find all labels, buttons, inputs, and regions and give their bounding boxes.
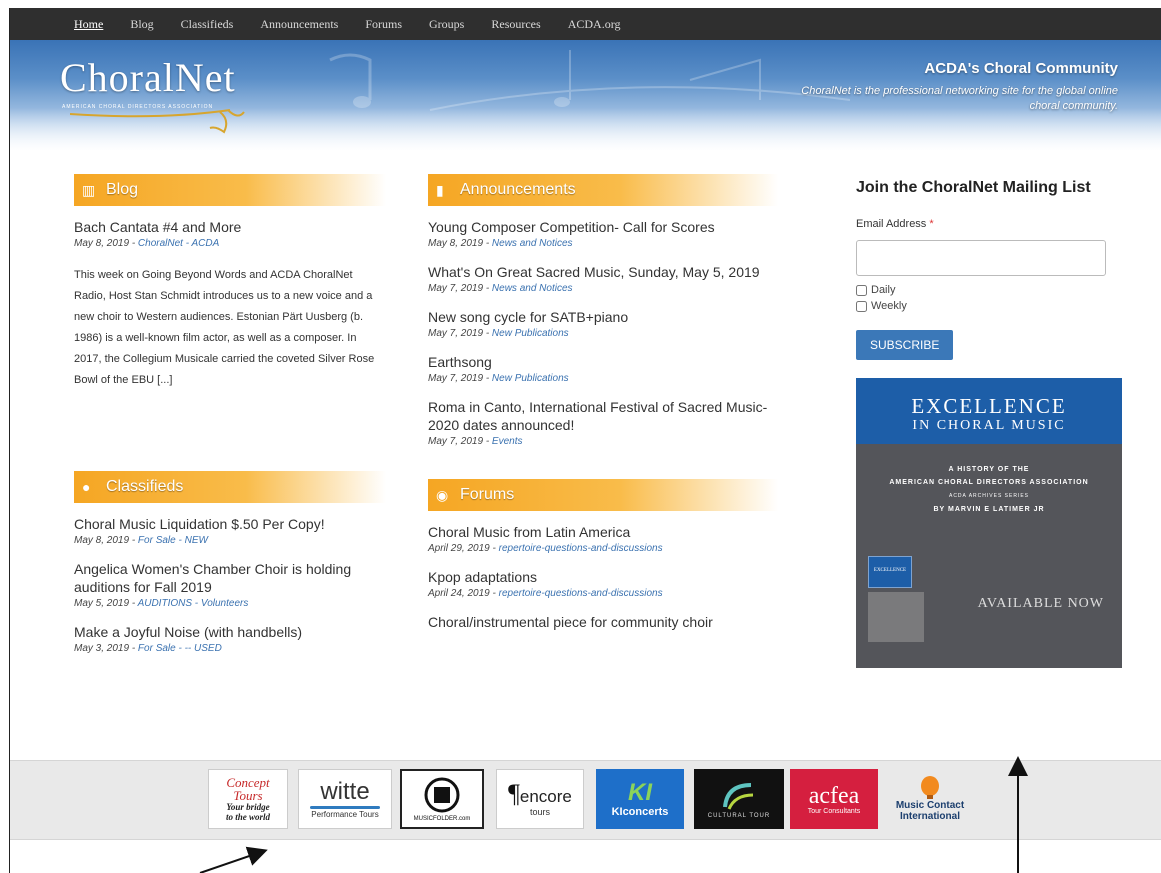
arrow-to-sponsors — [199, 846, 268, 873]
annotation-arrows — [199, 756, 1028, 873]
browser-page: Home Blog Classifieds Announcements Foru… — [9, 8, 1161, 873]
